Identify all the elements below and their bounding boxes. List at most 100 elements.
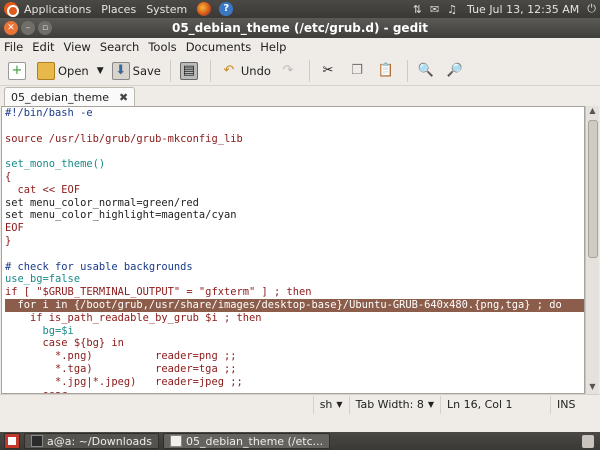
show-desktop-button[interactable]	[4, 433, 20, 449]
clock[interactable]: Tue Jul 13, 12:35 AM	[467, 3, 579, 16]
tab-width-selector[interactable]: Tab Width: 8 ▼	[348, 395, 440, 414]
code-line[interactable]: EOF	[5, 222, 584, 235]
taskbar-gedit-label: 05_debian_theme (/etc...	[186, 434, 324, 448]
places-menu[interactable]: Places	[101, 3, 136, 16]
menu-view[interactable]: View	[64, 40, 91, 54]
search-icon: 🔍	[417, 63, 435, 78]
ubuntu-logo-icon[interactable]	[4, 2, 19, 17]
scissors-icon: ✂	[322, 63, 334, 78]
code-line[interactable]: *.tga) reader=tga ;;	[5, 363, 584, 376]
menu-tools[interactable]: Tools	[148, 40, 176, 54]
chevron-down-icon: ▼	[336, 400, 343, 409]
menu-search[interactable]: Search	[100, 40, 140, 54]
mail-icon[interactable]: ✉	[430, 3, 439, 16]
minimize-window-icon[interactable]: –	[21, 21, 35, 35]
code-line[interactable]: *.jpg|*.jpeg) reader=jpeg ;;	[5, 376, 584, 389]
insert-mode: INS	[550, 395, 600, 414]
firefox-icon[interactable]	[197, 2, 212, 16]
print-button[interactable]: ▤	[176, 58, 205, 84]
document-tabstrip: 05_debian_theme ✖	[0, 86, 600, 106]
code-line[interactable]: if is_path_readable_by_grub $i ; then	[5, 312, 584, 325]
code-line[interactable]	[5, 145, 584, 158]
save-icon: ⬇	[111, 61, 130, 80]
system-menu[interactable]: System	[146, 3, 187, 16]
code-line[interactable]: {	[5, 171, 584, 184]
code-line[interactable]: cat << EOF	[5, 184, 584, 197]
bottom-panel: a@a: ~/Downloads 05_debian_theme (/etc..…	[0, 432, 600, 450]
save-button[interactable]: ⬇ Save	[108, 58, 165, 84]
find-replace-icon: 🔎	[446, 63, 464, 78]
chevron-down-icon: ▼	[427, 400, 434, 409]
status-bar: sh ▼ Tab Width: 8 ▼ Ln 16, Col 1 INS	[0, 394, 600, 414]
menu-documents[interactable]: Documents	[186, 40, 252, 54]
folder-open-icon	[37, 61, 55, 80]
volume-icon[interactable]: ♫	[447, 3, 457, 16]
toolbar: + Open ▼ ⬇ Save ▤ ↶ Undo ↷ ✂ ❐ 📋 🔍 🔎	[0, 56, 600, 86]
paste-icon: 📋	[377, 63, 395, 78]
toolbar-separator	[209, 59, 211, 82]
taskbar-terminal[interactable]: a@a: ~/Downloads	[24, 433, 160, 449]
code-line[interactable]: *.png) reader=png ;;	[5, 350, 584, 363]
insert-mode-label: INS	[557, 398, 576, 411]
scrollbar-thumb[interactable]	[588, 120, 598, 258]
top-panel: Applications Places System ? ⇅ ✉ ♫ Tue J…	[0, 0, 600, 18]
save-label: Save	[132, 63, 161, 78]
network-icon[interactable]: ⇅	[413, 3, 422, 16]
copy-icon: ❐	[351, 63, 363, 78]
redo-icon: ↷	[282, 63, 294, 78]
new-document-icon: +	[8, 61, 26, 80]
show-desktop-icon	[8, 437, 16, 445]
terminal-icon	[31, 435, 43, 447]
printer-icon: ▤	[179, 61, 198, 80]
tab-width-label: Tab Width: 8	[355, 398, 424, 411]
code-line[interactable]	[5, 120, 584, 133]
code-line[interactable]: set menu_color_normal=green/red	[5, 197, 584, 210]
undo-button[interactable]: ↶ Undo	[216, 58, 275, 84]
code-line[interactable]	[5, 248, 584, 261]
cut-button[interactable]: ✂	[315, 58, 344, 84]
maximize-window-icon[interactable]: ▫	[38, 21, 52, 35]
open-recent-dropdown[interactable]: ▼	[93, 58, 108, 84]
code-line[interactable]: }	[5, 235, 584, 248]
paste-button[interactable]: 📋	[373, 58, 402, 84]
menu-edit[interactable]: Edit	[32, 40, 54, 54]
redo-button[interactable]: ↷	[275, 58, 304, 84]
language-selector[interactable]: sh ▼	[312, 395, 349, 414]
code-line[interactable]: if [ "$GRUB_TERMINAL_OUTPUT" = "gfxterm"…	[5, 286, 584, 299]
code-line[interactable]: case ${bg} in	[5, 337, 584, 350]
title-bar[interactable]: ✕ – ▫ 05_debian_theme (/etc/grub.d) - ge…	[0, 18, 600, 38]
code-line[interactable]: set_mono_theme()	[5, 158, 584, 171]
code-line[interactable]: #!/bin/bash -e	[5, 107, 584, 120]
text-editor[interactable]: #!/bin/bash -e source /usr/lib/grub/grub…	[1, 106, 585, 394]
toolbar-separator	[169, 59, 171, 82]
tab-05-debian-theme[interactable]: 05_debian_theme ✖	[4, 87, 136, 106]
window-title: 05_debian_theme (/etc/grub.d) - gedit	[171, 21, 429, 35]
applications-menu[interactable]: Applications	[24, 3, 91, 16]
vertical-scrollbar[interactable]: ▲ ▼	[585, 106, 599, 394]
code-view[interactable]: #!/bin/bash -e source /usr/lib/grub/grub…	[2, 107, 584, 393]
code-line[interactable]: set menu_color_highlight=magenta/cyan	[5, 209, 584, 222]
help-icon[interactable]: ?	[219, 2, 234, 16]
code-line[interactable]: for i in {/boot/grub,/usr/share/images/d…	[5, 298, 584, 312]
close-window-icon[interactable]: ✕	[4, 21, 18, 35]
code-line[interactable]: use_bg=false	[5, 273, 584, 286]
undo-label: Undo	[240, 63, 271, 78]
code-line[interactable]: source /usr/lib/grub/grub-mkconfig_lib	[5, 133, 584, 146]
tab-label: 05_debian_theme	[11, 90, 110, 104]
menu-help[interactable]: Help	[260, 40, 286, 54]
replace-button[interactable]: 🔎	[442, 58, 471, 84]
new-button[interactable]: +	[4, 58, 33, 84]
trash-icon[interactable]	[582, 434, 594, 448]
power-icon[interactable]: ⏻	[587, 2, 596, 16]
menu-file[interactable]: File	[4, 40, 23, 54]
open-button[interactable]: Open	[33, 58, 93, 84]
code-line[interactable]: bg=$i	[5, 325, 584, 338]
scroll-down-icon[interactable]: ▼	[586, 382, 599, 394]
copy-button[interactable]: ❐	[344, 58, 373, 84]
taskbar-gedit[interactable]: 05_debian_theme (/etc...	[163, 433, 331, 449]
scroll-up-icon[interactable]: ▲	[586, 106, 599, 118]
find-button[interactable]: 🔍	[413, 58, 442, 84]
cursor-position: Ln 16, Col 1	[440, 395, 550, 414]
code-line[interactable]: # check for usable backgrounds	[5, 261, 584, 274]
close-tab-icon[interactable]: ✖	[119, 91, 128, 104]
